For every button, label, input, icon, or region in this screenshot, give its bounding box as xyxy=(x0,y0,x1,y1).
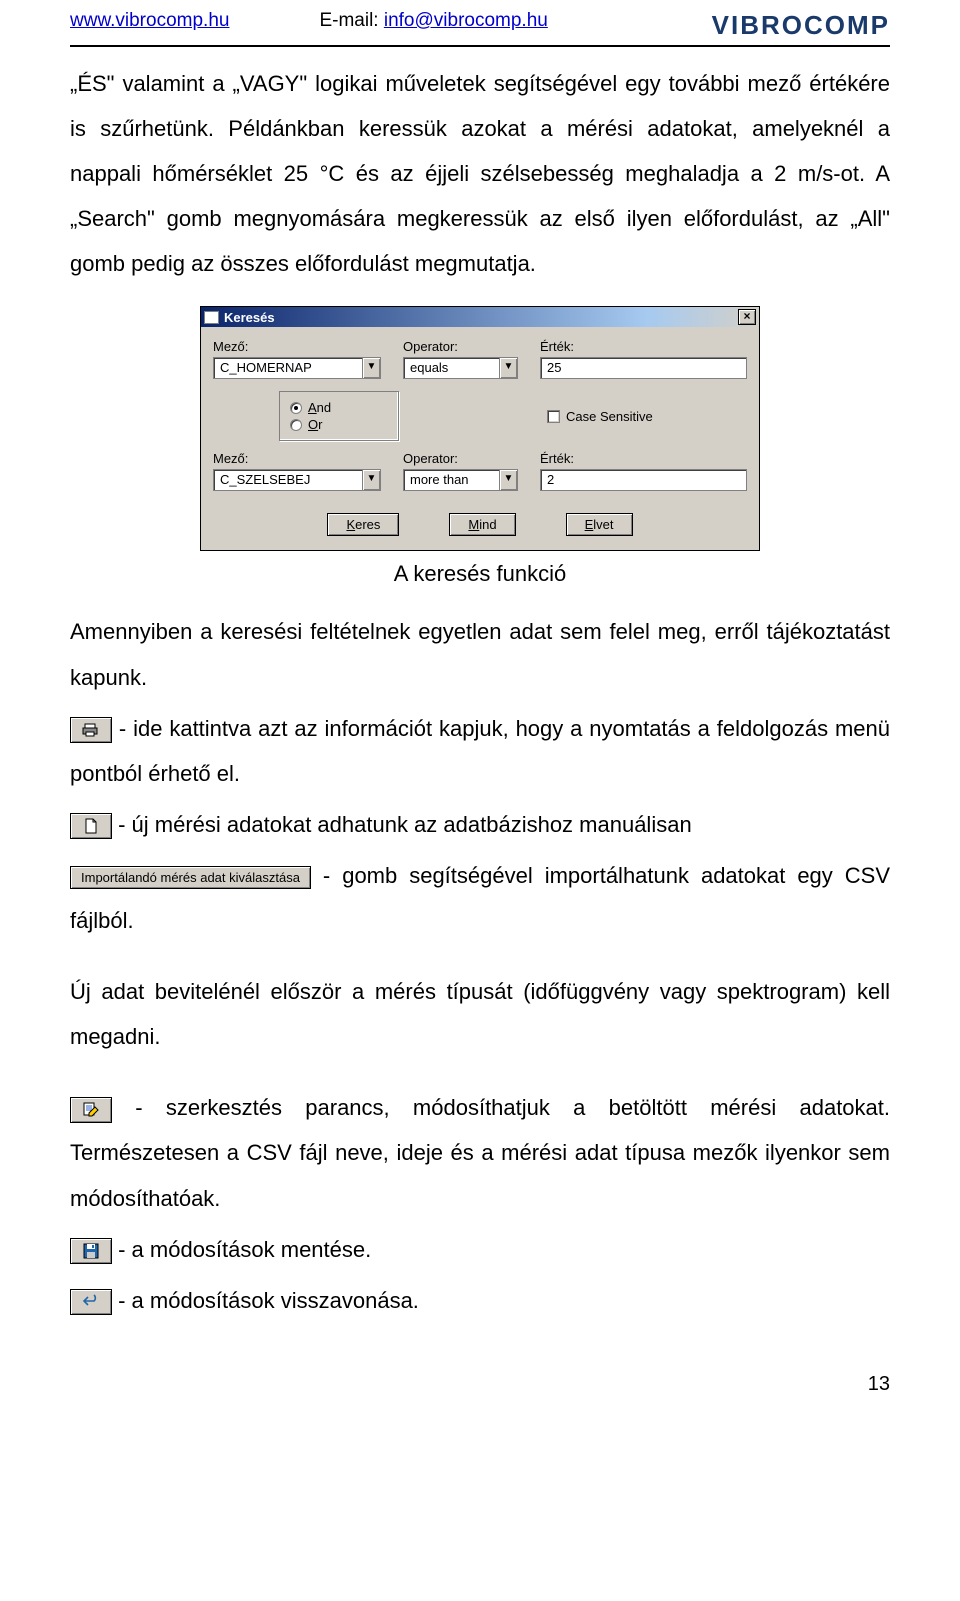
combo-mezo-1[interactable]: C_HOMERNAP ▼ xyxy=(213,357,381,379)
paragraph-7-text: - szerkesztés parancs, módosíthatjuk a b… xyxy=(70,1095,890,1210)
paragraph-3: - ide kattintva azt az információt kapju… xyxy=(70,706,890,796)
logo-block: VIBROCOMP xyxy=(712,10,890,41)
paragraph-8: - a módosítások mentése. xyxy=(70,1227,890,1272)
input-ertek-2[interactable]: 2 xyxy=(540,469,747,491)
edit-icon[interactable] xyxy=(70,1097,112,1123)
combo-operator-2[interactable]: more than ▼ xyxy=(403,469,518,491)
paragraph-3-text: - ide kattintva azt az információt kapju… xyxy=(70,716,890,786)
header-rule xyxy=(70,45,890,47)
search-dialog: Keresés × Mező: C_HOMERNAP ▼ Operator: xyxy=(200,306,760,551)
radio-or-label: Or xyxy=(308,417,322,432)
radio-or[interactable] xyxy=(290,419,302,431)
combo-mezo-1-value: C_HOMERNAP xyxy=(214,358,362,378)
checkbox-case-label: Case Sensitive xyxy=(566,409,653,424)
chevron-down-icon[interactable]: ▼ xyxy=(499,358,517,378)
paragraph-8-text: - a módosítások mentése. xyxy=(112,1237,371,1262)
radio-and-label: And xyxy=(308,400,331,415)
chevron-down-icon[interactable]: ▼ xyxy=(362,470,380,490)
dialog-title: Keresés xyxy=(224,310,275,325)
paragraph-4-text: - új mérési adatokat adhatunk az adatbáz… xyxy=(112,812,692,837)
combo-mezo-2-value: C_SZELSEBEJ xyxy=(214,470,362,490)
save-icon[interactable] xyxy=(70,1238,112,1264)
close-icon[interactable]: × xyxy=(738,309,756,325)
new-icon[interactable] xyxy=(70,813,112,839)
logo-text: VIBROCOMP xyxy=(712,10,890,41)
page-number: 13 xyxy=(70,1373,890,1396)
radio-and[interactable] xyxy=(290,402,302,414)
radio-group-logic: And Or xyxy=(279,391,399,441)
paragraph-2: Amennyiben a keresési feltételnek egyetl… xyxy=(70,609,890,699)
print-icon[interactable] xyxy=(70,717,112,743)
keres-button[interactable]: Keres xyxy=(327,513,399,536)
label-ertek-2: Érték: xyxy=(540,451,747,466)
paragraph-1: „ÉS" valamint a „VAGY" logikai műveletek… xyxy=(70,61,890,286)
label-mezo-1: Mező: xyxy=(213,339,381,354)
paragraph-9: - a módosítások visszavonása. xyxy=(70,1278,890,1323)
dialog-titlebar: Keresés × xyxy=(201,307,759,327)
combo-operator-2-value: more than xyxy=(404,470,499,490)
label-operator-1: Operator: xyxy=(403,339,518,354)
paragraph-6: Új adat bevitelénél először a mérés típu… xyxy=(70,969,890,1059)
paragraph-4: - új mérési adatokat adhatunk az adatbáz… xyxy=(70,802,890,847)
site-link[interactable]: www.vibrocomp.hu xyxy=(70,10,229,32)
combo-operator-1[interactable]: equals ▼ xyxy=(403,357,518,379)
figure-caption: A keresés funkció xyxy=(70,561,890,587)
input-ertek-1[interactable]: 25 xyxy=(540,357,747,379)
label-operator-2: Operator: xyxy=(403,451,518,466)
page-header: www.vibrocomp.hu E-mail: info@vibrocomp.… xyxy=(70,10,890,41)
mind-button[interactable]: Mind xyxy=(449,513,515,536)
undo-icon[interactable] xyxy=(70,1289,112,1315)
combo-mezo-2[interactable]: C_SZELSEBEJ ▼ xyxy=(213,469,381,491)
label-ertek-1: Érték: xyxy=(540,339,747,354)
checkbox-case-sensitive[interactable] xyxy=(547,410,560,423)
combo-operator-1-value: equals xyxy=(404,358,499,378)
import-button[interactable]: Importálandó mérés adat kiválasztása xyxy=(70,866,311,889)
paragraph-5: Importálandó mérés adat kiválasztása - g… xyxy=(70,853,890,943)
window-icon xyxy=(204,311,219,324)
label-mezo-2: Mező: xyxy=(213,451,381,466)
chevron-down-icon[interactable]: ▼ xyxy=(499,470,517,490)
paragraph-7: - szerkesztés parancs, módosíthatjuk a b… xyxy=(70,1085,890,1220)
paragraph-9-text: - a módosítások visszavonása. xyxy=(112,1288,419,1313)
chevron-down-icon[interactable]: ▼ xyxy=(362,358,380,378)
email-label: E-mail: xyxy=(319,10,383,31)
header-links: www.vibrocomp.hu E-mail: info@vibrocomp.… xyxy=(70,10,548,32)
elvet-button[interactable]: Elvet xyxy=(566,513,633,536)
email-link[interactable]: info@vibrocomp.hu xyxy=(384,10,548,31)
